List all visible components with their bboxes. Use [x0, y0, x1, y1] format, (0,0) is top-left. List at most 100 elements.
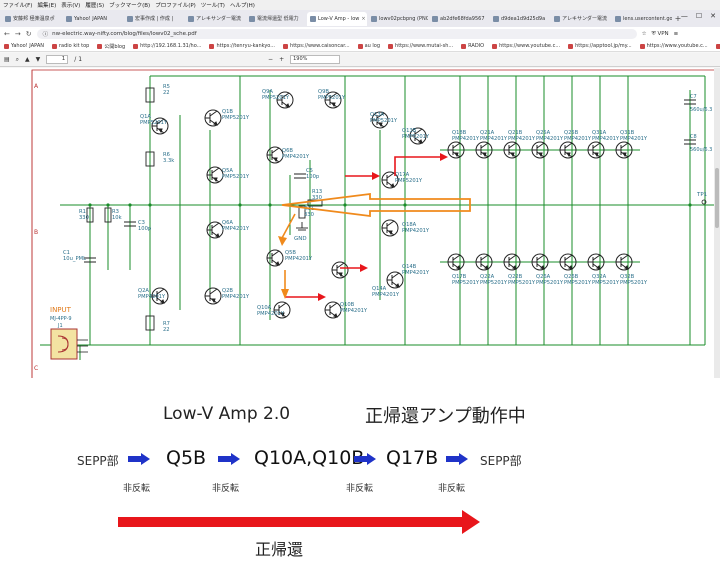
browser-tab[interactable]: アレキサンダー電流 — [551, 12, 611, 26]
browser-window: ファイル(F) 編集(E) 表示(V) 履歴(S) ブックマーク(B) プロファイル(P)… — [0, 0, 720, 378]
menu-item[interactable]: 編集(E) — [37, 1, 56, 9]
bookmark-icon — [568, 43, 574, 49]
vpn-button[interactable]: ⛨ VPN — [652, 31, 669, 38]
favicon-icon — [127, 15, 133, 22]
scrollbar-thumb[interactable] — [715, 168, 719, 228]
output-transistor-part: PMP5201Y — [564, 280, 592, 286]
component-value: 330 — [304, 212, 314, 218]
bookmark-item[interactable]: 公開blog — [97, 43, 125, 50]
menu-icon[interactable]: ≡ — [674, 31, 679, 37]
minimize-icon[interactable]: — — [681, 12, 688, 20]
tp1-label: TP1 — [696, 192, 707, 198]
vertical-scrollbar[interactable] — [714, 68, 720, 378]
bookmark-item[interactable]: https://www.youtube.c... — [715, 43, 720, 49]
browser-tab[interactable]: Low-V Amp - low × — [307, 11, 367, 26]
browser-tab[interactable]: 電流帰還型 低電力 — [246, 12, 306, 26]
bookmark-item[interactable]: radio kit top — [51, 43, 89, 49]
tab-label: 安藤邦 極楽温泉ポ — [13, 16, 55, 22]
favicon-icon — [371, 15, 377, 22]
bookmarks-bar: Yahoo! JAPAN radio kit top 公開blog http://19… — [0, 41, 720, 52]
blue-arrow-1 — [128, 453, 150, 465]
favicon-icon — [432, 15, 438, 22]
tab-close-icon[interactable]: × — [361, 16, 365, 22]
gnd-label: GND — [294, 236, 307, 242]
page-down-icon[interactable]: ▼ — [36, 56, 41, 63]
output-transistor-part: PMP5201Y — [508, 280, 536, 286]
bookmark-item[interactable]: https://apptool.jp/my... — [568, 43, 632, 49]
transistor-symbol — [331, 261, 349, 279]
bookmark-item[interactable]: https://www.youtube.c... — [492, 43, 560, 49]
browser-tab[interactable]: 宏事作成 | 作成 | — [124, 12, 184, 26]
browser-tab[interactable]: ab2dfe68fda9567 — [429, 12, 489, 26]
bookmark-item[interactable]: https://tenryu-kankyo... — [209, 43, 275, 49]
page-info-icon[interactable]: ⓘ — [43, 30, 49, 38]
window-controls: — ☐ ✕ — [681, 12, 716, 20]
bookmark-icon — [4, 43, 9, 49]
inversion-label-2: 非反転 — [212, 484, 240, 494]
output-transistor-part: PMP4201Y — [536, 136, 564, 142]
component-value: PMP4201Y — [222, 226, 250, 232]
menu-item[interactable]: プロファイル(P) — [155, 1, 196, 9]
close-icon[interactable]: ✕ — [710, 12, 716, 20]
bookmark-icon — [461, 43, 467, 49]
pdf-schematic-view[interactable]: A B C GND INPUT MJ-4PP-9 J1 TP1 C7 560u/… — [0, 68, 714, 378]
browser-tab[interactable]: 安藤邦 極楽温泉ポ — [2, 12, 62, 26]
bookmark-label: https://www.youtube.c... — [499, 43, 561, 49]
bookmark-icon — [283, 43, 289, 49]
page-up-icon[interactable]: ▲ — [25, 56, 30, 63]
maximize-icon[interactable]: ☐ — [696, 12, 702, 20]
transistor-symbol — [386, 271, 404, 289]
page-number-input[interactable]: 1 — [46, 55, 69, 64]
row-letter-a: A — [34, 83, 39, 90]
bookmark-item[interactable]: https://www.mutai-sh... — [388, 43, 453, 49]
caption-title: Low-V Amp 2.0 — [163, 404, 291, 424]
bookmark-item[interactable]: Yahoo! JAPAN — [4, 43, 44, 49]
component-value: PMP5201Y — [318, 95, 346, 101]
bookmark-icon — [133, 43, 139, 49]
bookmark-icon — [357, 43, 363, 49]
menu-item[interactable]: 表示(V) — [61, 1, 80, 9]
bookmark-star-icon[interactable]: ☆ — [642, 31, 647, 37]
component-value: PMP5201Y — [395, 178, 423, 184]
sidebar-toggle-icon[interactable]: ▤ — [4, 56, 10, 63]
annotation-caption: Low-V Amp 2.0 正帰還アンプ動作中 SEPP部 Q5B Q10A,Q… — [0, 378, 720, 571]
forward-icon[interactable]: → — [15, 30, 21, 38]
bookmark-item[interactable]: RADIO — [461, 43, 484, 49]
browser-tab[interactable]: d9dea1d9d25d9a — [490, 12, 550, 26]
red-feedback-arrow — [118, 510, 480, 534]
menu-item[interactable]: ヘルプ(H) — [230, 1, 255, 9]
menu-item[interactable]: 履歴(S) — [85, 1, 104, 9]
bookmark-item[interactable]: au log — [357, 43, 380, 49]
bookmark-item[interactable]: https://www.youtube.c... — [639, 43, 708, 49]
browser-tab[interactable]: lowv02pcbpng (PNG — [368, 12, 428, 26]
menu-item[interactable]: ファイル(F) — [3, 1, 32, 9]
bookmark-item[interactable]: http://192.168.1.31/ho... — [133, 43, 201, 49]
pdf-toolbar: ▤ ⌕ ▲ ▼ 1 / 1 − + 190% — [0, 53, 720, 67]
zoom-out-icon[interactable]: − — [268, 56, 273, 63]
tab-label: Low-V Amp - low — [318, 15, 360, 22]
gnd-symbol — [296, 222, 308, 231]
browser-tab[interactable]: アレキサンダー電流 — [185, 12, 245, 26]
search-icon[interactable]: ⌕ — [16, 56, 19, 64]
transistor-symbol — [266, 146, 284, 164]
address-bar[interactable]: ⓘ nw-electric.way-nifty.com/blog/files/l… — [36, 29, 637, 39]
vpn-label: VPN — [657, 30, 669, 37]
back-icon[interactable]: ← — [4, 30, 10, 38]
browser-tab[interactable]: Yahoo! JAPAN — [63, 12, 123, 26]
menu-item[interactable]: ツール(T) — [201, 1, 225, 9]
browser-tab[interactable]: lens.usercontent.googl — [612, 12, 672, 26]
component-value: PMP4201Y — [402, 270, 430, 276]
cap-label-c7: C7 — [690, 94, 697, 100]
zoom-select[interactable]: 190% — [290, 55, 341, 64]
menu-item[interactable]: ブックマーク(B) — [109, 1, 150, 9]
component-value: PMP5201Y — [262, 95, 290, 101]
bookmark-label: 公開blog — [104, 43, 126, 50]
bookmark-item[interactable]: https://www.caisoncar... — [283, 43, 350, 49]
zoom-in-icon[interactable]: + — [279, 56, 284, 63]
bookmark-label: https://www.youtube.c... — [646, 43, 708, 49]
row-letter-c: C — [34, 365, 38, 372]
output-transistor-part: PMP4201Y — [508, 136, 536, 142]
bookmark-icon — [715, 43, 720, 49]
reload-icon[interactable]: ↻ — [26, 30, 32, 38]
transistor-symbol — [266, 249, 284, 267]
